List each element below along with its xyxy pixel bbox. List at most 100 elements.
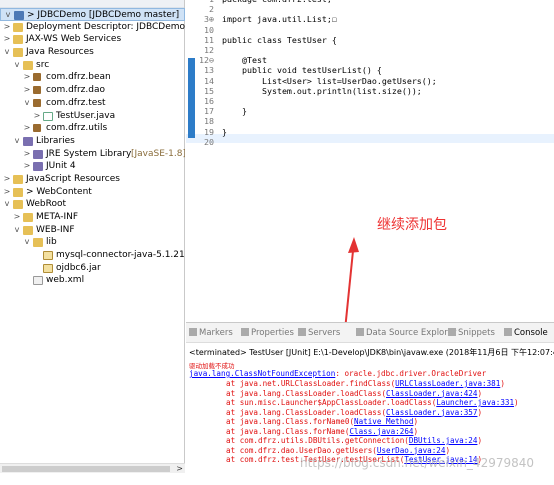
stack-frame: at com.dfrz.dao.UserDao.getUsers(UserDao… <box>226 446 450 455</box>
collapse-arrow-icon[interactable]: > <box>13 211 21 224</box>
collapse-arrow-icon[interactable]: > <box>23 84 31 97</box>
line-number: 15 <box>204 85 214 96</box>
source-link[interactable]: DBUtils.java:24 <box>409 436 478 445</box>
tab-snippets[interactable]: Snippets <box>448 328 495 338</box>
folder-icon <box>23 225 33 235</box>
lib-icon <box>33 149 43 159</box>
expand-arrow-icon[interactable]: v <box>13 135 21 148</box>
tab-servers[interactable]: Servers <box>298 328 340 338</box>
project-explorer: v > JDBCDemo [JDBCDemo master] > Deployment… <box>0 0 185 485</box>
code-line[interactable]: import java.util.List;☐ <box>222 14 337 24</box>
view-tabs: Markers Properties Servers Data Source Expl… <box>186 323 554 343</box>
collapse-arrow-icon[interactable]: > <box>23 148 31 161</box>
tree-item[interactable]: v lib <box>0 236 185 249</box>
tree-item[interactable]: ojdbc6.jar <box>0 262 185 275</box>
lib-icon <box>23 136 33 146</box>
code-line[interactable]: public void testUserList() { <box>222 65 382 75</box>
tree-item[interactable]: > META-INF <box>0 211 185 224</box>
source-link[interactable]: URLClassLoader.java:381 <box>395 379 500 388</box>
expand-arrow-icon[interactable]: v <box>4 9 12 20</box>
tab-properties[interactable]: Properties <box>241 328 294 338</box>
code-line[interactable]: package com.dfrz.test; <box>222 0 332 4</box>
expand-arrow-icon[interactable]: v <box>13 224 21 237</box>
tree-item[interactable]: web.xml <box>0 274 185 287</box>
stack-frame-end: ) <box>413 426 419 436</box>
stack-frame-text: at java.lang.ClassLoader.loadClass( <box>226 388 387 398</box>
collapse-arrow-icon[interactable]: > <box>23 160 31 173</box>
stack-frame-text: at java.lang.Class.forName0( <box>226 417 355 426</box>
code-line[interactable]: public class TestUser { <box>222 35 337 45</box>
code-line[interactable]: @Test <box>222 55 267 65</box>
collapse-arrow-icon[interactable]: > <box>3 21 11 34</box>
collapse-arrow-icon[interactable]: > <box>3 186 11 199</box>
tree-item[interactable]: > com.dfrz.dao <box>0 84 185 97</box>
code-line[interactable]: System.out.println(list.size()); <box>222 86 422 96</box>
tab-markers[interactable]: Markers <box>189 328 233 338</box>
tree-item[interactable]: > JAX-WS Web Services <box>0 33 185 46</box>
tree-item-label: > WebContent <box>26 186 92 197</box>
collapse-arrow-icon[interactable]: > <box>23 71 31 84</box>
tab-console[interactable]: Console <box>504 328 548 338</box>
tree-item[interactable]: > JRE System Library [JavaSE-1.8] <box>0 148 185 161</box>
expand-arrow-icon[interactable]: v <box>3 198 11 211</box>
code-line[interactable]: } <box>222 127 227 137</box>
tree-item[interactable]: v Java Resources <box>0 46 185 59</box>
tree-item[interactable]: > com.dfrz.utils <box>0 122 185 135</box>
expand-arrow-icon[interactable]: v <box>23 97 31 110</box>
expand-arrow-icon[interactable]: v <box>13 59 21 72</box>
tree-item[interactable]: mysql-connector-java-5.1.21.j <box>0 249 185 262</box>
collapse-arrow-icon[interactable]: > <box>3 33 11 46</box>
exception-class-link[interactable]: java.lang.ClassNotFoundException <box>189 369 335 378</box>
expand-arrow-icon[interactable]: v <box>23 236 31 249</box>
tree-item[interactable]: v > JDBCDemo [JDBCDemo master] <box>0 8 185 21</box>
folder-icon <box>13 22 23 32</box>
tree-item[interactable]: v Libraries <box>0 135 185 148</box>
source-link[interactable]: UserDao.java:24 <box>377 446 446 455</box>
project-tree: v > JDBCDemo [JDBCDemo master] > Deployment… <box>0 8 185 287</box>
tab-data-source-explorer[interactable]: Data Source Explorer <box>356 328 456 338</box>
explorer-bottom <box>0 473 185 485</box>
source-link[interactable]: ClassLoader.java:357 <box>386 408 477 417</box>
tree-item[interactable]: > Deployment Descriptor: JDBCDemo <box>0 21 185 34</box>
stack-frame: at com.dfrz.utils.DBUtils.getConnection(… <box>226 436 482 445</box>
folder-icon <box>13 35 23 45</box>
properties-icon <box>241 328 249 336</box>
console-icon <box>504 328 512 336</box>
tree-item[interactable]: v WebRoot <box>0 198 185 211</box>
collapse-arrow-icon[interactable]: > <box>23 122 31 135</box>
collapse-arrow-icon[interactable]: > <box>33 110 41 123</box>
tree-item[interactable]: > > WebContent <box>0 186 185 199</box>
tree-item-label: com.dfrz.utils <box>46 123 108 134</box>
folder-icon <box>13 200 23 210</box>
horizontal-scrollbar[interactable]: > <box>0 463 185 473</box>
tree-item[interactable]: v src <box>0 59 185 72</box>
tree-item[interactable]: > com.dfrz.bean <box>0 71 185 84</box>
source-link[interactable]: ClassLoader.java:424 <box>386 389 477 398</box>
folder-icon <box>23 60 33 70</box>
source-link[interactable]: Native Method <box>354 417 413 426</box>
scrollbar-thumb[interactable] <box>2 466 170 472</box>
tree-item-label: WebRoot <box>26 199 67 210</box>
markers-icon <box>189 328 197 336</box>
code-editor[interactable]: 1package com.dfrz.test;23⊕import java.ut… <box>186 0 554 322</box>
line-number: 13 <box>204 65 214 76</box>
stack-frame: at java.net.URLClassLoader.findClass(URL… <box>226 379 505 388</box>
console-status: <terminated> TestUser [JUnit] E:\1-Devel… <box>189 348 554 357</box>
scroll-right-arrow-icon[interactable]: > <box>176 464 183 473</box>
tab-label: Snippets <box>458 328 495 338</box>
tree-item[interactable]: v com.dfrz.test <box>0 97 185 110</box>
expand-arrow-icon[interactable]: v <box>3 46 11 59</box>
source-link[interactable]: Launcher.java:331 <box>436 398 514 407</box>
java-icon <box>43 111 53 121</box>
tree-item-label: JavaScript Resources <box>26 173 120 184</box>
code-line[interactable]: } <box>222 106 247 116</box>
tree-item[interactable]: > JUnit 4 <box>0 160 185 173</box>
collapse-arrow-icon[interactable]: > <box>3 173 11 186</box>
tab-label: Markers <box>199 328 233 338</box>
source-link[interactable]: Class.java:264 <box>349 427 413 436</box>
tree-item-label: src <box>36 59 50 70</box>
tree-item[interactable]: > JavaScript Resources <box>0 173 185 186</box>
code-line[interactable]: List<User> list=UserDao.getUsers(); <box>222 76 437 86</box>
tree-item[interactable]: > TestUser.java <box>0 110 185 123</box>
tree-item[interactable]: v WEB-INF <box>0 224 185 237</box>
